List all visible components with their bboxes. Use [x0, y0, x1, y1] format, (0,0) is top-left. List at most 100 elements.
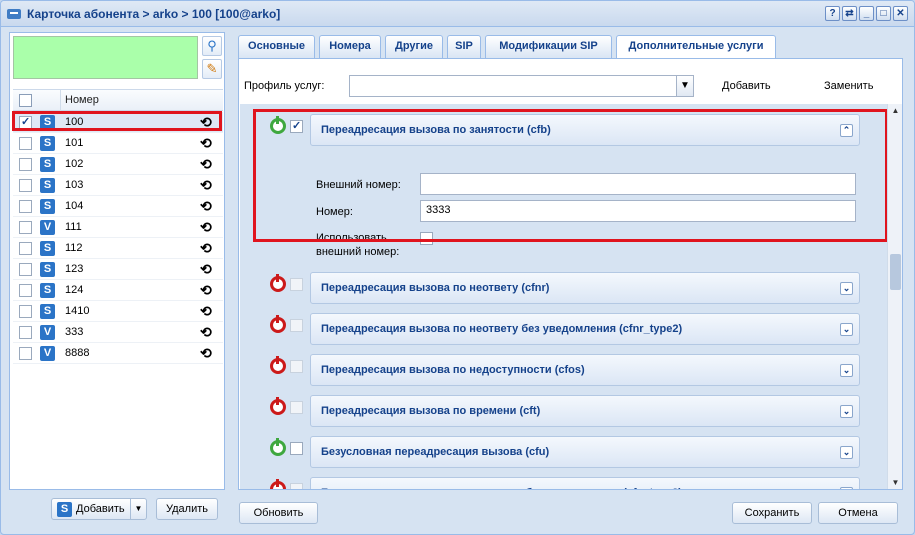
power-icon[interactable]: [270, 356, 286, 374]
service-title: Переадресация вызова по неответу (cfnr): [321, 282, 550, 294]
service-checkbox[interactable]: [290, 483, 303, 489]
grid-header: Номер: [13, 89, 223, 111]
scroll-thumb[interactable]: [890, 254, 901, 290]
row-checkbox[interactable]: [19, 263, 32, 276]
power-icon[interactable]: [270, 274, 286, 292]
help-button[interactable]: ?: [825, 6, 840, 21]
select-all-checkbox[interactable]: [19, 94, 32, 107]
service-title: Безусловная переадресация вызова без уве…: [321, 487, 682, 489]
pencil-icon[interactable]: ✎: [202, 59, 222, 79]
expand-icon[interactable]: ⌄: [840, 323, 853, 336]
scroll-down-icon[interactable]: ▼: [888, 478, 902, 487]
row-checkbox[interactable]: [19, 200, 32, 213]
number-column-header[interactable]: Номер: [65, 94, 99, 106]
history-icon[interactable]: ⟲: [200, 282, 212, 299]
history-icon[interactable]: ⟲: [200, 240, 212, 257]
delete-subscriber-button[interactable]: Удалить: [156, 498, 218, 520]
subscriber-card-window: Карточка абонента > arko > 100 [100@arko…: [0, 0, 915, 535]
table-row[interactable]: S 101 ⟲: [13, 133, 223, 154]
services-scrollbar[interactable]: ▲ ▼: [887, 104, 902, 489]
profile-select[interactable]: ▼: [349, 75, 694, 97]
history-icon[interactable]: ⟲: [200, 324, 212, 341]
refresh-button[interactable]: Обновить: [239, 502, 318, 524]
v-type-icon: V: [40, 220, 55, 235]
s-type-icon: S: [40, 178, 55, 193]
service-checkbox[interactable]: [290, 442, 303, 455]
tab-numbers[interactable]: Номера: [319, 35, 381, 58]
table-row[interactable]: V 8888 ⟲: [13, 343, 223, 364]
tab-sip-modifications[interactable]: Модификации SIP: [485, 35, 612, 58]
history-icon[interactable]: ⟲: [200, 177, 212, 194]
history-icon[interactable]: ⟲: [200, 156, 212, 173]
table-row[interactable]: S 112 ⟲: [13, 238, 223, 259]
power-icon[interactable]: [270, 438, 286, 456]
row-checkbox[interactable]: [19, 242, 32, 255]
expand-icon[interactable]: ⌄: [840, 446, 853, 459]
table-row[interactable]: V 111 ⟲: [13, 217, 223, 238]
service-checkbox[interactable]: [290, 360, 303, 373]
row-checkbox[interactable]: [19, 326, 32, 339]
title-bar[interactable]: Карточка абонента > arko > 100 [100@arko…: [1, 1, 914, 27]
tab-other[interactable]: Другие: [385, 35, 443, 58]
close-button[interactable]: ✕: [893, 6, 908, 21]
service-header[interactable]: Переадресация вызова по недоступности (c…: [310, 354, 860, 386]
row-checkbox[interactable]: [19, 158, 32, 171]
row-checkbox[interactable]: [19, 305, 32, 318]
minimize-button[interactable]: _: [859, 6, 874, 21]
power-icon[interactable]: [270, 479, 286, 489]
history-icon[interactable]: ⟲: [200, 303, 212, 320]
chevron-down-icon[interactable]: ▼: [130, 499, 146, 519]
service-header[interactable]: Переадресация вызова по неответу (cfnr) ⌄: [310, 272, 860, 304]
history-icon[interactable]: ⟲: [200, 219, 212, 236]
profile-add-button[interactable]: Добавить: [722, 80, 771, 92]
services-scroll-area[interactable]: Переадресация вызова по занятости (cfb)⌃…: [240, 104, 902, 489]
power-icon[interactable]: [270, 397, 286, 415]
table-row[interactable]: V 333 ⟲: [13, 322, 223, 343]
service-checkbox[interactable]: [290, 319, 303, 332]
table-row[interactable]: S 124 ⟲: [13, 280, 223, 301]
service-header[interactable]: Переадресация вызова по времени (cft) ⌄: [310, 395, 860, 427]
row-checkbox[interactable]: [19, 347, 32, 360]
add-subscriber-button[interactable]: S Добавить ▼: [51, 498, 147, 520]
refresh-window-button[interactable]: ⇄: [842, 6, 857, 21]
service-item: Переадресация вызова по неответу без уве…: [240, 313, 870, 345]
s-type-icon: S: [40, 304, 55, 319]
table-row[interactable]: S 123 ⟲: [13, 259, 223, 280]
service-checkbox[interactable]: [290, 401, 303, 414]
row-checkbox[interactable]: [19, 284, 32, 297]
chevron-down-icon[interactable]: ▼: [676, 76, 693, 96]
maximize-button[interactable]: □: [876, 6, 891, 21]
cancel-button[interactable]: Отмена: [818, 502, 898, 524]
row-checkbox[interactable]: [19, 221, 32, 234]
service-header[interactable]: Переадресация вызова по неответу без уве…: [310, 313, 860, 345]
tab-additional-services[interactable]: Дополнительные услуги: [616, 35, 776, 59]
profile-replace-button[interactable]: Заменить: [824, 80, 873, 92]
table-row[interactable]: S 104 ⟲: [13, 196, 223, 217]
window-icon: [7, 9, 21, 19]
history-icon[interactable]: ⟲: [200, 135, 212, 152]
service-header[interactable]: Безусловная переадресация вызова (cfu) ⌄: [310, 436, 860, 468]
scroll-up-icon[interactable]: ▲: [888, 106, 902, 115]
s-type-icon: S: [40, 241, 55, 256]
service-checkbox[interactable]: [290, 278, 303, 291]
row-checkbox[interactable]: [19, 137, 32, 150]
save-button[interactable]: Сохранить: [732, 502, 812, 524]
search-icon[interactable]: ⚲: [202, 36, 222, 56]
table-row[interactable]: S 102 ⟲: [13, 154, 223, 175]
expand-icon[interactable]: ⌄: [840, 405, 853, 418]
table-row[interactable]: S 1410 ⟲: [13, 301, 223, 322]
tab-sip[interactable]: SIP: [447, 35, 481, 58]
expand-icon[interactable]: ⌄: [840, 282, 853, 295]
service-item: Переадресация вызова по недоступности (c…: [240, 354, 870, 386]
table-row[interactable]: S 103 ⟲: [13, 175, 223, 196]
service-header[interactable]: Безусловная переадресация вызова без уве…: [310, 477, 860, 489]
history-icon[interactable]: ⟲: [200, 261, 212, 278]
history-icon[interactable]: ⟲: [200, 345, 212, 362]
search-area[interactable]: [13, 36, 198, 79]
power-icon[interactable]: [270, 315, 286, 333]
row-checkbox[interactable]: [19, 179, 32, 192]
history-icon[interactable]: ⟲: [200, 198, 212, 215]
tab-basic[interactable]: Основные: [238, 35, 315, 58]
expand-icon[interactable]: ⌄: [840, 364, 853, 377]
expand-icon[interactable]: ⌄: [840, 487, 853, 489]
